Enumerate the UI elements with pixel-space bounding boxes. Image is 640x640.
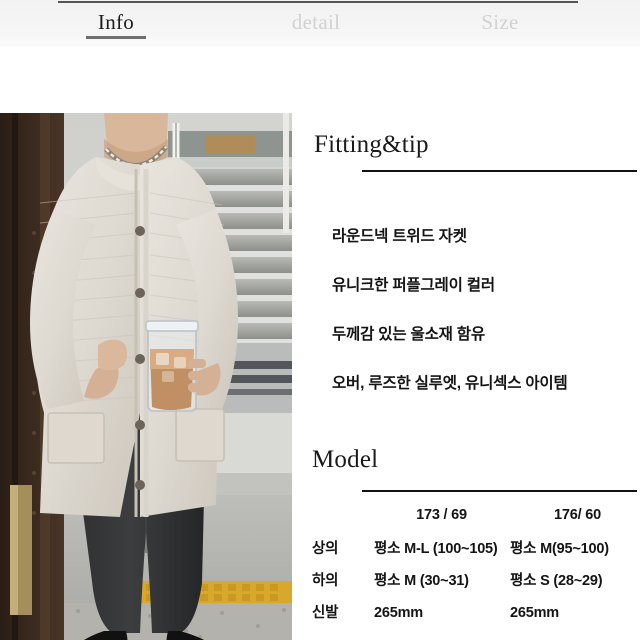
fitting-point-1: 라운드넥 트위드 자켓 xyxy=(332,228,467,245)
fitting-point-2: 유니크한 퍼플그레이 컬러 xyxy=(332,277,495,294)
row-shoes-model-2: 265mm xyxy=(510,605,559,621)
row-bottom-model-2: 평소 S (28~29) xyxy=(510,573,603,589)
row-top-model-1: 평소 M-L (100~105) xyxy=(374,541,498,557)
tab-info[interactable]: Info xyxy=(78,8,154,36)
row-label-bottom: 하의 xyxy=(312,573,339,589)
product-detail-column: Fitting&tip 라운드넥 트위드 자켓 유니크한 퍼플그레이 컬러 두께… xyxy=(292,113,640,640)
fitting-point-3: 두께감 있는 울소재 함유 xyxy=(332,326,485,343)
table-row: 신발 265mm 265mm xyxy=(292,603,640,631)
model-column-1-header: 173 / 69 xyxy=(416,507,467,523)
row-label-shoes: 신발 xyxy=(312,605,339,621)
table-row: 173 / 69 176/ 60 xyxy=(292,505,640,533)
tab-bar: Info detail Size xyxy=(0,0,640,48)
tab-size[interactable]: Size xyxy=(458,8,542,36)
table-row: 상의 평소 M-L (100~105) 평소 M(95~100) xyxy=(292,539,640,567)
table-row: 하의 평소 M (30~31) 평소 S (28~29) xyxy=(292,571,640,599)
row-top-model-2: 평소 M(95~100) xyxy=(510,541,609,557)
row-shoes-model-1: 265mm xyxy=(374,605,423,621)
model-divider xyxy=(362,490,637,492)
fitting-divider xyxy=(362,170,637,172)
model-column-2-header: 176/ 60 xyxy=(554,507,601,523)
row-bottom-model-1: 평소 M (30~31) xyxy=(374,573,469,589)
tab-active-underline xyxy=(86,36,146,39)
row-label-top: 상의 xyxy=(312,541,339,557)
product-photo xyxy=(0,113,292,640)
tab-bar-top-rule xyxy=(58,1,578,3)
model-heading: Model xyxy=(312,446,379,473)
fitting-point-4: 오버, 루즈한 실루엣, 유니섹스 아이템 xyxy=(332,375,568,392)
fitting-tip-heading: Fitting&tip xyxy=(314,131,429,158)
tab-detail[interactable]: detail xyxy=(268,8,364,36)
product-info-page: Info detail Size Fitting&tip 라운드넥 트위드 자켓… xyxy=(0,0,640,640)
product-photo-illustration xyxy=(0,113,292,640)
tab-bar-bottom-fade xyxy=(0,44,640,48)
